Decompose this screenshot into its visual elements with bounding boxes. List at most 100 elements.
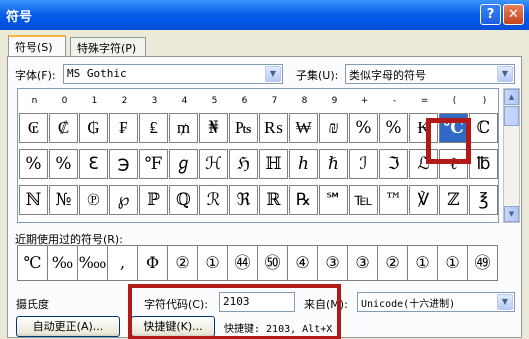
font-label: 字体(F): — [15, 69, 56, 82]
symbol-cell[interactable]: ℕ — [19, 185, 48, 215]
from-value: Unicode(十六进制) — [361, 299, 456, 310]
symbol-cell[interactable]: ™ — [379, 185, 408, 215]
chevron-down-icon[interactable]: ▼ — [497, 294, 513, 310]
subset-dropdown[interactable]: 类似字母的符号 ▼ — [345, 64, 515, 84]
symbol-cell[interactable]: ℠ — [319, 185, 348, 215]
grid-header: 5 — [211, 96, 218, 106]
recent-symbol-cell[interactable]: ‱ — [77, 245, 108, 281]
grid-header: ( — [452, 96, 457, 106]
scroll-thumb[interactable] — [504, 106, 519, 126]
symbol-cell[interactable]: ℂ — [469, 113, 498, 143]
symbol-cell[interactable]: ₦ — [199, 113, 228, 143]
recent-symbol-cell[interactable]: ④ — [287, 245, 318, 281]
symbol-cell[interactable]: % — [49, 149, 78, 179]
font-value: MS Gothic — [67, 67, 127, 80]
symbol-cell[interactable]: ₪ — [319, 113, 348, 143]
subset-label: 子集(U): — [296, 69, 339, 82]
symbol-cell[interactable]: % — [349, 113, 378, 143]
symbol-cell[interactable]: ℐ — [349, 149, 378, 179]
recent-symbol-cell[interactable]: ② — [377, 245, 408, 281]
grid-header: 8 — [301, 96, 308, 106]
recent-symbol-cell[interactable]: Φ — [137, 245, 168, 281]
grid-header: 0 — [61, 96, 68, 106]
symbol-cell[interactable]: ℙ — [139, 185, 168, 215]
scroll-down-icon[interactable]: ▼ — [504, 206, 519, 222]
symbol-cell[interactable]: ℏ — [319, 149, 348, 179]
symbol-cell[interactable]: ℌ — [229, 149, 258, 179]
symbol-cell[interactable]: ℈ — [109, 149, 138, 179]
autocorrect-button[interactable]: 自动更正(A)... — [16, 316, 120, 337]
scroll-up-icon[interactable]: ▲ — [504, 89, 519, 105]
symbol-cell[interactable]: ℡ — [349, 185, 378, 215]
tab-special-characters[interactable]: 特殊字符(P) — [70, 37, 146, 56]
grid-header: 2 — [121, 96, 128, 106]
chevron-down-icon[interactable]: ▼ — [265, 66, 281, 82]
symbol-cell[interactable]: ℋ — [199, 149, 228, 179]
symbol-cell[interactable]: ℔ — [469, 149, 498, 179]
highlight-box — [426, 118, 471, 164]
subset-value: 类似字母的符号 — [349, 69, 426, 82]
recent-symbols: ℃ ‰ ‱, Φ ② ① ㊹㊿ ④ ③ ③ ② ① ① ㊾ — [17, 245, 500, 281]
grid-scrollbar[interactable]: ▲ ▼ — [503, 88, 520, 223]
grid-header: 3 — [151, 96, 158, 106]
recent-symbol-cell[interactable]: ① — [197, 245, 228, 281]
recent-symbol-cell[interactable]: ① — [437, 245, 468, 281]
symbol-cell[interactable]: ℝ — [259, 185, 288, 215]
symbol-cell[interactable]: ℣ — [409, 185, 438, 215]
symbol-cell[interactable]: ℥ — [469, 185, 498, 215]
recent-symbol-cell[interactable]: ㊾ — [467, 245, 498, 281]
symbol-cell[interactable]: ₲ — [79, 113, 108, 143]
symbol-cell[interactable]: ℞ — [289, 185, 318, 215]
symbol-cell[interactable]: ℚ — [169, 185, 198, 215]
grid-header: - — [392, 96, 397, 106]
grid-header: = — [420, 96, 429, 106]
symbol-cell[interactable]: ℘ — [109, 185, 138, 215]
symbol-cell[interactable]: ℎ — [289, 149, 318, 179]
grid-header: 9 — [331, 96, 338, 106]
title-bar: 符号 ? ✕ — [0, 0, 529, 30]
symbol-cell[interactable]: ₧ — [229, 113, 258, 143]
recent-symbol-cell[interactable]: , — [107, 245, 138, 281]
symbol-cell[interactable]: ℉ — [139, 149, 168, 179]
grid-header: + — [360, 96, 369, 106]
symbol-cell[interactable]: ₣ — [109, 113, 138, 143]
symbol-cell[interactable]: ₨ — [259, 113, 288, 143]
recent-symbol-cell[interactable]: ③ — [317, 245, 348, 281]
symbol-cell[interactable]: ℤ — [439, 185, 468, 215]
recent-symbol-cell[interactable]: ② — [167, 245, 198, 281]
tab-symbols[interactable]: 符号(S) — [8, 35, 66, 57]
symbol-cell[interactable]: ℇ — [79, 149, 108, 179]
recent-symbol-cell[interactable]: ㊿ — [257, 245, 288, 281]
symbol-cell[interactable]: ℑ — [379, 149, 408, 179]
recent-symbol-cell[interactable]: ③ — [347, 245, 378, 281]
grid-header: n — [31, 96, 38, 106]
symbol-cell[interactable]: ℗ — [79, 185, 108, 215]
symbol-cell[interactable]: % — [379, 113, 408, 143]
symbol-cell[interactable]: № — [49, 185, 78, 215]
symbol-cell[interactable]: ℊ — [169, 149, 198, 179]
symbol-cell[interactable]: ₤ — [139, 113, 168, 143]
symbol-cell[interactable]: ₢ — [19, 113, 48, 143]
close-button[interactable]: ✕ — [503, 4, 524, 25]
symbol-cell[interactable]: % — [19, 149, 48, 179]
recent-symbol-cell[interactable]: ‰ — [47, 245, 78, 281]
recent-symbol-cell[interactable]: ℃ — [17, 245, 48, 281]
char-name: 摄氏度 — [16, 298, 49, 311]
grid-header: 4 — [181, 96, 188, 106]
symbol-cell[interactable]: ℜ — [229, 185, 258, 215]
font-dropdown[interactable]: MS Gothic ▼ — [63, 64, 283, 84]
from-dropdown[interactable]: Unicode(十六进制) ▼ — [357, 292, 515, 312]
highlight-box — [128, 284, 341, 339]
symbol-cell[interactable]: ₡ — [49, 113, 78, 143]
grid-header: 6 — [241, 96, 248, 106]
recent-symbol-cell[interactable]: ① — [407, 245, 438, 281]
symbol-cell[interactable]: ℛ — [199, 185, 228, 215]
symbol-cell[interactable]: ℍ — [259, 149, 288, 179]
chevron-down-icon[interactable]: ▼ — [497, 66, 513, 82]
recent-symbol-cell[interactable]: ㊹ — [227, 245, 258, 281]
grid-header: 1 — [91, 96, 98, 106]
grid-header: 7 — [271, 96, 278, 106]
help-button[interactable]: ? — [480, 4, 501, 25]
symbol-cell[interactable]: ₥ — [169, 113, 198, 143]
symbol-cell[interactable]: ₩ — [289, 113, 318, 143]
